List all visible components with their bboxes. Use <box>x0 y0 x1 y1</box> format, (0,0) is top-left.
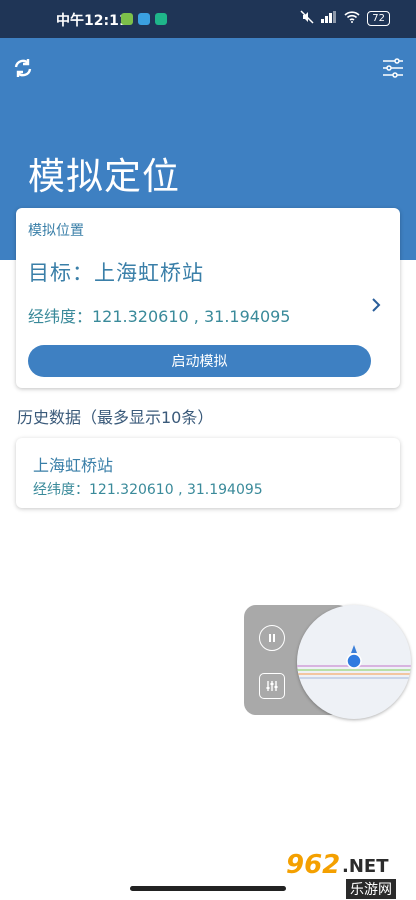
status-bar: 中午12:11 72 <box>0 0 416 38</box>
history-item-name: 上海虹桥站 <box>33 456 114 475</box>
status-indicators: 72 <box>300 10 390 27</box>
mute-icon <box>300 10 314 27</box>
signal-icon <box>321 11 337 26</box>
mini-map[interactable] <box>297 605 411 719</box>
telegram-icon <box>138 13 150 25</box>
status-time: 中午12:11 <box>56 13 129 29</box>
app-notification-icon <box>121 13 133 25</box>
chevron-right-icon[interactable] <box>370 294 382 318</box>
watermark-text: 乐游网 <box>346 879 396 899</box>
status-app-icons <box>121 13 167 25</box>
pause-icon[interactable] <box>259 625 285 651</box>
start-simulation-button[interactable]: 启动模拟 <box>28 345 371 377</box>
history-item[interactable]: 上海虹桥站 经纬度：121.320610 , 31.194095 <box>16 438 400 508</box>
section-label: 模拟位置 <box>28 223 84 239</box>
history-item-coordinates: 经纬度：121.320610 , 31.194095 <box>33 482 263 498</box>
watermark-logo: 962 .NET 乐游网 <box>276 848 416 900</box>
target-coordinates: 经纬度：121.320610 , 31.194095 <box>28 307 291 326</box>
vpn-shield-icon <box>155 13 167 25</box>
location-pin-icon <box>346 645 362 673</box>
battery-indicator: 72 <box>367 11 390 26</box>
adjust-sliders-icon[interactable] <box>259 673 285 699</box>
home-indicator[interactable] <box>130 886 286 891</box>
watermark-suffix: .NET <box>342 856 389 877</box>
history-title: 历史数据（最多显示10条） <box>17 408 214 427</box>
map-road <box>297 673 411 675</box>
watermark-number: 962 <box>286 850 341 880</box>
target-name: 目标：上海虹桥站 <box>28 261 204 285</box>
refresh-icon[interactable] <box>8 53 38 83</box>
wifi-icon <box>344 11 360 26</box>
current-location-card[interactable]: 模拟位置 目标：上海虹桥站 经纬度：121.320610 , 31.194095… <box>16 208 400 388</box>
page-title: 模拟定位 <box>28 155 180 198</box>
map-road <box>297 677 411 679</box>
filter-sliders-icon[interactable] <box>378 53 408 83</box>
